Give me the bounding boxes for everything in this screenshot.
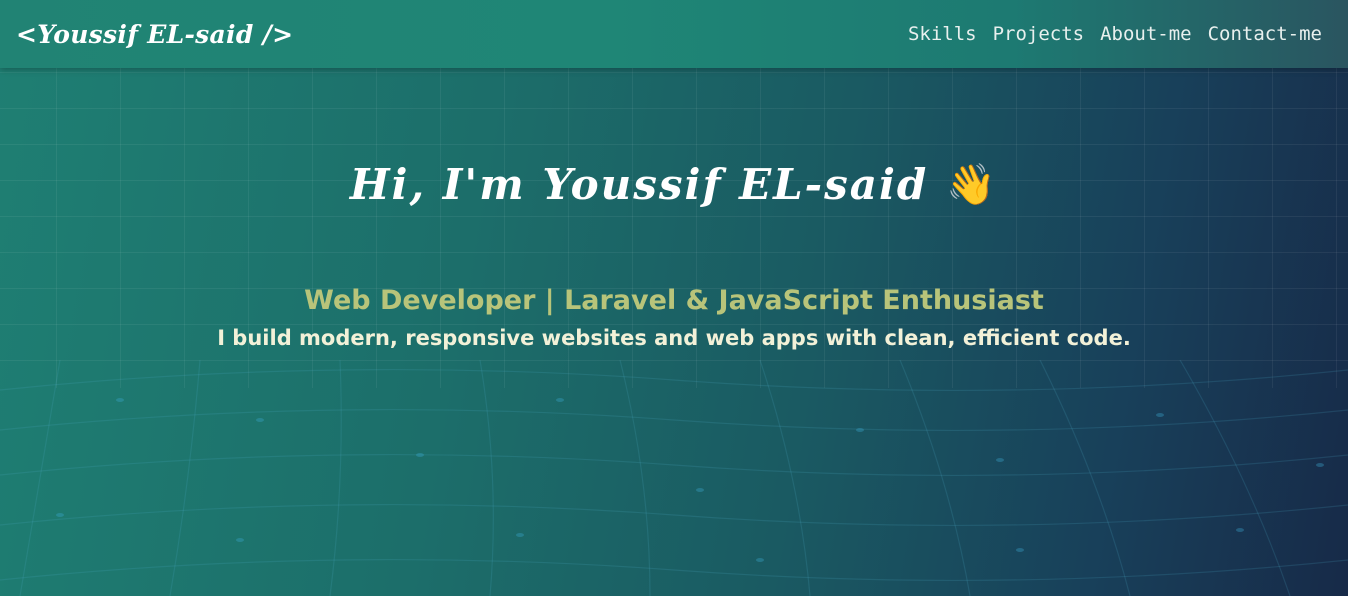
nav-link-projects[interactable]: Projects bbox=[993, 23, 1085, 45]
hero-title-text: Hi, I'm Youssif EL-said bbox=[349, 160, 929, 209]
background-wave-mesh bbox=[0, 360, 1348, 596]
nav-link-contact-me[interactable]: Contact-me bbox=[1208, 23, 1322, 45]
waving-hand-icon: 👋 bbox=[946, 161, 999, 208]
site-logo[interactable]: <Youssif EL-said /> bbox=[16, 20, 293, 49]
nav-link-skills[interactable]: Skills bbox=[908, 23, 977, 45]
nav-link-about-me[interactable]: About-me bbox=[1100, 23, 1192, 45]
hero-title: Hi, I'm Youssif EL-said 👋 bbox=[350, 160, 998, 209]
nav-links: Skills Projects About-me Contact-me bbox=[908, 23, 1322, 45]
hero-subtitle: Web Developer | Laravel & JavaScript Ent… bbox=[304, 285, 1044, 316]
hero-description: I build modern, responsive websites and … bbox=[217, 326, 1131, 350]
navbar: <Youssif EL-said /> Skills Projects Abou… bbox=[0, 0, 1348, 68]
hero-section: Hi, I'm Youssif EL-said 👋 Web Developer … bbox=[0, 160, 1348, 350]
